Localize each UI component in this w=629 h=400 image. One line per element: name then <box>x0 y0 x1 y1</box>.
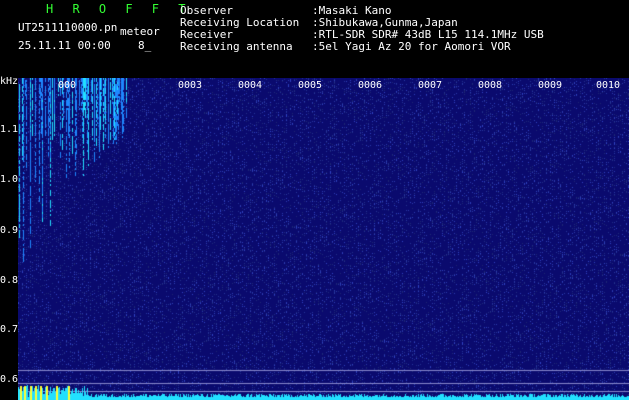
y-axis-unit: kHz <box>0 76 19 87</box>
x-label-3: 0003 <box>178 80 203 91</box>
x-label-10: 0010 <box>596 80 621 91</box>
meteor-count: 8_ <box>138 39 152 52</box>
antenna-value: :5el Yagi Az 20 for Aomori VOR <box>312 40 511 53</box>
header-panel: H R O F F T UT2511110000.pn meteor 25.11… <box>0 0 629 78</box>
y-tick-0.9: 0.9 <box>0 225 19 236</box>
x-label-1: 000 <box>58 80 77 91</box>
x-label-7: 0007 <box>418 80 443 91</box>
x-label-9: 0009 <box>538 80 563 91</box>
spectrogram-canvas <box>18 78 629 400</box>
meteor-tag: meteor <box>120 25 160 38</box>
x-label-6: 0006 <box>358 80 383 91</box>
y-tick-1.0: 1.0 <box>0 174 19 185</box>
antenna-label: Receiving antenna <box>180 40 293 53</box>
y-tick-0.7: 0.7 <box>0 324 19 335</box>
y-tick-0.8: 0.8 <box>0 275 19 286</box>
x-label-8: 0008 <box>478 80 503 91</box>
app-title: H R O F F T <box>46 2 192 16</box>
date-time: 25.11.11 00:00 <box>18 39 111 52</box>
y-tick-0.6: 0.6 <box>0 374 19 385</box>
spectrogram-plot[interactable] <box>18 78 629 400</box>
file-name: UT2511110000.pn <box>18 21 118 34</box>
x-label-5: 0005 <box>298 80 323 91</box>
y-tick-1.1: 1.1 <box>0 124 19 135</box>
x-label-4: 0004 <box>238 80 263 91</box>
